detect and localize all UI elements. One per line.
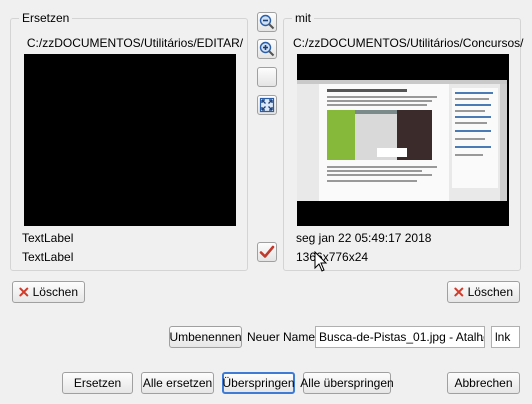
delete-x-icon bbox=[19, 287, 29, 297]
right-preview bbox=[297, 54, 509, 226]
right-date: seg jan 22 05:49:17 2018 bbox=[296, 231, 432, 245]
right-path: C:/zzDOCUMENTOS/Utilitários/Concursos/ bbox=[293, 36, 524, 50]
checkmark-icon bbox=[259, 245, 275, 258]
zoom-in-icon bbox=[259, 41, 275, 57]
checkmark-button[interactable] bbox=[257, 242, 277, 262]
left-delete-label: Löschen bbox=[32, 285, 78, 299]
zoom-out-button[interactable] bbox=[257, 12, 277, 32]
replace-all-button[interactable]: Alle ersetzen bbox=[141, 372, 214, 394]
zoom-in-button[interactable] bbox=[257, 39, 277, 59]
left-info-label-1: TextLabel bbox=[22, 231, 74, 245]
left-panel-title: Ersetzen bbox=[19, 11, 73, 25]
new-name-input[interactable]: Busca-de-Pistas_01.jpg - Atalho bbox=[315, 326, 485, 348]
skip-button[interactable]: Überspringen bbox=[222, 372, 295, 394]
fit-to-window-icon bbox=[259, 97, 275, 113]
left-info-label-2: TextLabel bbox=[22, 250, 74, 264]
blank-toolbar-button[interactable] bbox=[257, 67, 277, 87]
mouse-cursor-icon bbox=[314, 251, 328, 272]
right-dimensions: 1366x776x24 bbox=[296, 250, 369, 264]
replace-button[interactable]: Ersetzen bbox=[62, 372, 133, 394]
left-preview bbox=[24, 54, 236, 226]
extension-input[interactable]: lnk bbox=[491, 326, 520, 348]
right-delete-button[interactable]: Löschen bbox=[447, 281, 520, 303]
skip-all-button[interactable]: Alle überspringen bbox=[300, 372, 394, 394]
cancel-button[interactable]: Abbrechen bbox=[447, 372, 520, 394]
left-delete-button[interactable]: Löschen bbox=[12, 281, 85, 303]
extension-dot: . bbox=[481, 330, 485, 344]
new-name-label: Neuer Name: bbox=[247, 330, 319, 344]
right-delete-label: Löschen bbox=[467, 285, 513, 299]
preview-webpage-thumbnail bbox=[297, 80, 507, 201]
left-path: C:/zzDOCUMENTOS/Utilitários/EDITAR/ bbox=[26, 36, 244, 50]
rename-button[interactable]: Umbenennen bbox=[169, 326, 242, 348]
zoom-out-icon bbox=[259, 14, 275, 30]
fit-to-window-button[interactable] bbox=[257, 95, 277, 115]
right-panel-title: mit bbox=[292, 11, 314, 25]
delete-x-icon bbox=[454, 287, 464, 297]
